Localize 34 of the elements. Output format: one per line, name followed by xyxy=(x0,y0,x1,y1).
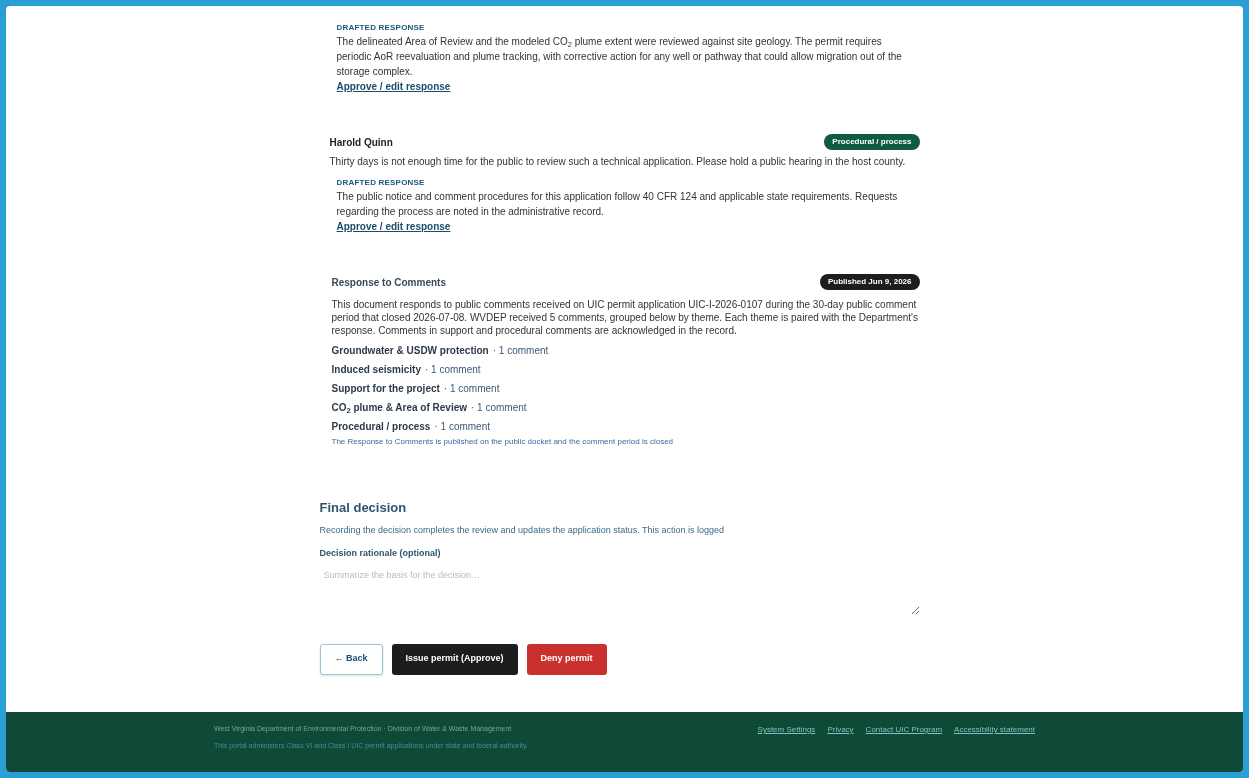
theme-name: CO$_{2}$ plume & Area of Review xyxy=(331,401,467,415)
approve-edit-link[interactable]: Approve / edit response xyxy=(336,81,451,92)
intro-paragraph: This document responds to public comments received on UIC permit application UIC-I-2026-0107 during the 30-day public comment period that closed 2026-07-08. WVDEP received 5 comments, grouped below by theme. Each theme is paired with the Department's response. Comments in support and procedural comments are acknowledged in the record. xyxy=(331,298,919,337)
comment-count: · 1 comment xyxy=(443,382,500,396)
section-heading: Final decision xyxy=(319,499,408,517)
footer-link[interactable]: System Settings xyxy=(757,724,816,736)
published-badge: Published Jun 9, 2026 xyxy=(819,274,920,290)
action-button[interactable]: Issue permit (Approve) xyxy=(391,643,518,675)
commenter-name: Harold Quinn xyxy=(329,135,393,150)
footer-link[interactable]: Privacy xyxy=(827,724,854,736)
drafted-response: The delineated Area of Review and the modeled CO$_{2}$ plume extent were reviewed against site geology. The permit requires periodic AoR reevaluation and plume tracking, with corrective action for any well or pathway that could allow migration out of the storage complex. xyxy=(336,35,903,79)
action-button[interactable]: Deny permit xyxy=(526,643,607,675)
approve-edit-link[interactable]: Approve / edit response xyxy=(336,221,451,232)
comment-count: · 1 comment xyxy=(425,363,481,377)
theme-name: Induced seismicity xyxy=(331,363,421,377)
comment-count: · 1 comment xyxy=(471,401,527,415)
section-title: Response to Comments xyxy=(331,275,446,290)
theme-name: Groundwater & USDW protection xyxy=(331,344,489,358)
comment-count: · 1 comment xyxy=(492,344,549,358)
footer-link[interactable]: Contact UIC Program xyxy=(865,724,943,736)
footer-link[interactable]: Accessibility statement xyxy=(954,724,1035,736)
action-button[interactable]: ← Back xyxy=(319,643,383,675)
comment-count: · 1 comment xyxy=(434,420,490,434)
comment-text: Thirty days is not enough time for the public to review such a technical application. Please hold a public hearing in the host county. xyxy=(329,155,907,169)
field-label: Decision rationale (optional) xyxy=(319,547,442,560)
theme-tag: Procedural / process xyxy=(824,134,920,150)
decision-hint: Recording the decision completes the review and updates the application status. This action is logged xyxy=(319,523,726,537)
theme-name: Support for the project xyxy=(331,382,440,396)
response-label: DRAFTED RESPONSE xyxy=(336,22,426,34)
status-note: The Response to Comments is published on the public docket and the comment period is closed xyxy=(331,436,675,448)
rationale-field[interactable]: Summarize the basis for the decision… xyxy=(319,564,920,615)
drafted-response: The public notice and comment procedures for this application follow 40 CFR 124 and applicable state requirements. Requests regarding the process are noted in the administrative record. xyxy=(336,190,899,219)
response-label: DRAFTED RESPONSE xyxy=(336,177,426,189)
theme-name: Procedural / process xyxy=(331,420,431,434)
